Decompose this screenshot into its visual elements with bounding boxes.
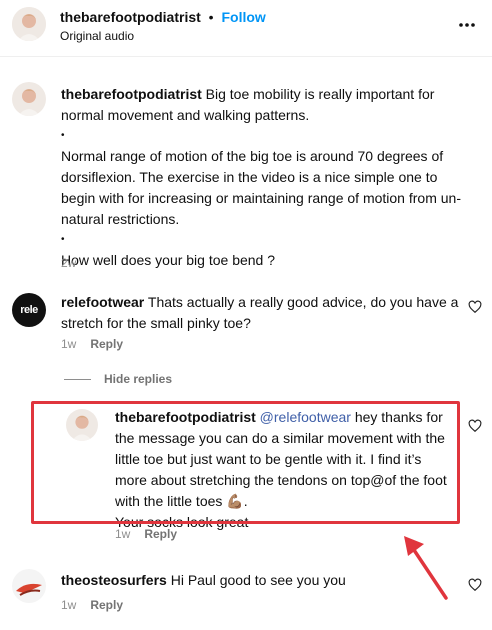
comment-username[interactable]: theosteosurfers [61,572,167,588]
reply-button[interactable]: Reply [90,337,123,351]
comment-username[interactable]: relefootwear [61,294,144,310]
caption-line1: thebarefootpodiatrist Big toe mobility i… [61,84,466,126]
comment-text: theosteosurfers Hi Paul good to see you … [61,570,461,591]
reply-timestamp: 1w [115,527,131,541]
comment-meta: 1w Reply [61,598,123,612]
more-horizontal-icon[interactable] [458,18,476,32]
hide-replies-line [64,379,91,380]
caption-body: thebarefootpodiatrist Big toe mobility i… [61,84,466,271]
audio-label[interactable]: Original audio [60,29,134,43]
header-username-row: thebarefootpodiatrist • Follow [60,8,266,26]
caption-question: How well does your big toe bend ? [61,252,276,268]
caption-bullet: • [61,130,65,141]
comment-timestamp: 1w [61,598,77,612]
hide-replies-button[interactable]: Hide replies [104,372,172,386]
header-username[interactable]: thebarefootpodiatrist [60,9,201,25]
comment-text: relefootwear Thats actually a really goo… [61,292,461,334]
caption-paragraph: Normal range of motion of the big toe is… [61,148,461,227]
comment-meta: 1w Reply [61,337,123,351]
highlight-box [31,401,460,524]
reply-button[interactable]: Reply [90,598,123,612]
caption-timestamp: 2w [61,256,77,270]
theosteosurfers-avatar[interactable] [12,569,46,603]
header-avatar[interactable] [12,7,46,41]
heart-outline-icon[interactable] [468,300,482,314]
caption-avatar[interactable] [12,82,46,116]
relefootwear-logo-text: rele [20,304,38,316]
comment-body: Hi Paul good to see you you [166,572,346,588]
heart-outline-icon[interactable] [468,578,482,592]
reply-meta: 1w Reply [115,527,177,541]
header-divider [0,56,492,57]
follow-button[interactable]: Follow [221,9,265,25]
comment-timestamp: 1w [61,337,77,351]
reply-button[interactable]: Reply [144,527,177,541]
caption-username[interactable]: thebarefootpodiatrist [61,86,202,102]
heart-outline-icon[interactable] [468,419,482,433]
header-separator: • [208,9,214,25]
caption-bullet: • [61,234,65,245]
annotation-arrow-icon [396,530,456,602]
relefootwear-avatar[interactable]: rele [12,293,46,327]
